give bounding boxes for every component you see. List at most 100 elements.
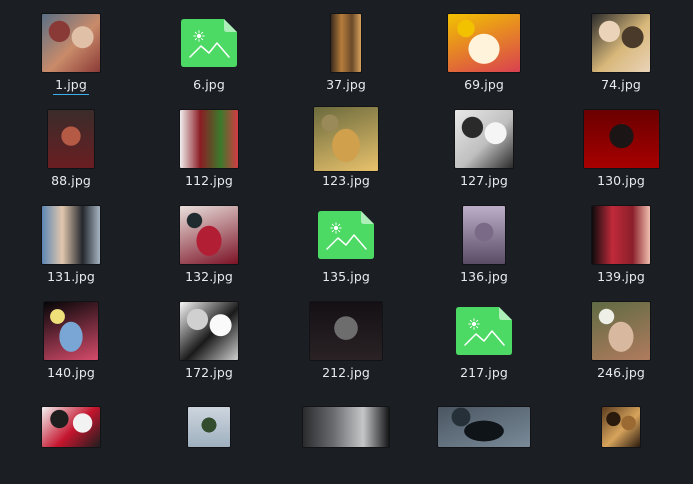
thumbnail-container xyxy=(424,11,544,75)
file-item[interactable] xyxy=(11,388,131,484)
file-item[interactable]: 246.jpg xyxy=(561,292,681,388)
file-name-text: 88.jpg xyxy=(51,173,91,188)
image-thumbnail xyxy=(602,407,640,447)
file-name-text: 74.jpg xyxy=(601,77,641,92)
file-item[interactable]: 172.jpg xyxy=(149,292,269,388)
thumbnail-container xyxy=(286,11,406,75)
file-item[interactable]: 217.jpg xyxy=(424,292,544,388)
image-thumbnail xyxy=(438,407,530,447)
image-thumbnail xyxy=(42,206,100,264)
image-thumbnail xyxy=(583,110,659,168)
image-thumbnail xyxy=(592,206,650,264)
thumbnail-container xyxy=(11,11,131,75)
image-file-icon xyxy=(318,211,374,259)
thumbnail-container xyxy=(424,299,544,363)
file-name-label: 212.jpg xyxy=(286,365,406,381)
thumbnail-container xyxy=(11,395,131,459)
thumbnail-container xyxy=(149,395,269,459)
file-name-label: 37.jpg xyxy=(286,77,406,93)
file-name-text: 112.jpg xyxy=(185,173,233,188)
file-name-text: 217.jpg xyxy=(460,365,508,380)
file-item[interactable]: 1.jpg xyxy=(11,4,131,100)
file-name-text: 6.jpg xyxy=(193,77,225,92)
thumbnail-container xyxy=(149,11,269,75)
image-thumbnail xyxy=(592,302,650,360)
file-name-text: 212.jpg xyxy=(322,365,370,380)
file-item[interactable] xyxy=(561,388,681,484)
file-item[interactable]: 123.jpg xyxy=(286,100,406,196)
image-thumbnail xyxy=(180,110,238,168)
image-thumbnail xyxy=(331,14,361,72)
file-item[interactable]: 212.jpg xyxy=(286,292,406,388)
file-item[interactable] xyxy=(286,388,406,484)
thumbnail-container xyxy=(149,203,269,267)
file-name-text: 132.jpg xyxy=(185,269,233,284)
file-name-text: 136.jpg xyxy=(460,269,508,284)
file-name-label: 127.jpg xyxy=(424,173,544,189)
thumbnail-container xyxy=(149,107,269,171)
thumbnail-container xyxy=(424,203,544,267)
thumbnail-container xyxy=(286,203,406,267)
thumbnail-container xyxy=(286,107,406,171)
file-name-label: 135.jpg xyxy=(286,269,406,285)
file-name-label: 88.jpg xyxy=(11,173,131,189)
file-name-label: 136.jpg xyxy=(424,269,544,285)
file-item[interactable]: 127.jpg xyxy=(424,100,544,196)
image-thumbnail xyxy=(188,407,230,447)
file-item[interactable]: 37.jpg xyxy=(286,4,406,100)
file-name-text: 172.jpg xyxy=(185,365,233,380)
thumbnail-container xyxy=(286,299,406,363)
file-name-label: 6.jpg xyxy=(149,77,269,93)
image-file-icon xyxy=(456,307,512,355)
file-item[interactable]: 6.jpg xyxy=(149,4,269,100)
file-item[interactable]: 69.jpg xyxy=(424,4,544,100)
file-name-text: 131.jpg xyxy=(47,269,95,284)
thumbnail-container xyxy=(561,203,681,267)
image-thumbnail xyxy=(455,110,513,168)
thumbnail-container xyxy=(286,395,406,459)
file-name-text: 127.jpg xyxy=(460,173,508,188)
file-name-label: 132.jpg xyxy=(149,269,269,285)
file-item[interactable]: 140.jpg xyxy=(11,292,131,388)
file-name-label: 139.jpg xyxy=(561,269,681,285)
image-thumbnail xyxy=(303,407,389,447)
file-name-text: 135.jpg xyxy=(322,269,370,284)
file-item[interactable] xyxy=(424,388,544,484)
file-item[interactable] xyxy=(149,388,269,484)
thumbnail-container xyxy=(11,299,131,363)
file-name-text: 69.jpg xyxy=(464,77,504,92)
file-item[interactable]: 112.jpg xyxy=(149,100,269,196)
file-item[interactable]: 135.jpg xyxy=(286,196,406,292)
file-name-label: 69.jpg xyxy=(424,77,544,93)
file-name-label: 217.jpg xyxy=(424,365,544,381)
file-item[interactable]: 74.jpg xyxy=(561,4,681,100)
file-name-label: 140.jpg xyxy=(11,365,131,381)
thumbnail-container xyxy=(561,107,681,171)
image-thumbnail xyxy=(42,407,100,447)
file-name-label: 130.jpg xyxy=(561,173,681,189)
thumbnail-container xyxy=(11,107,131,171)
file-item[interactable]: 88.jpg xyxy=(11,100,131,196)
thumbnail-container xyxy=(424,107,544,171)
file-name-text: 37.jpg xyxy=(326,77,366,92)
file-item[interactable]: 136.jpg xyxy=(424,196,544,292)
image-thumbnail xyxy=(44,302,98,360)
file-name-label: 1.jpg xyxy=(11,77,131,95)
file-item[interactable]: 130.jpg xyxy=(561,100,681,196)
image-thumbnail xyxy=(42,14,100,72)
file-item[interactable]: 132.jpg xyxy=(149,196,269,292)
file-item[interactable]: 131.jpg xyxy=(11,196,131,292)
thumbnail-container xyxy=(11,203,131,267)
file-item[interactable]: 139.jpg xyxy=(561,196,681,292)
file-name-text: 130.jpg xyxy=(597,173,645,188)
file-name-text: 246.jpg xyxy=(597,365,645,380)
image-thumbnail xyxy=(463,206,505,264)
thumbnail-container xyxy=(561,11,681,75)
image-thumbnail xyxy=(314,107,378,171)
image-thumbnail xyxy=(448,14,520,72)
file-name-text: 1.jpg xyxy=(53,77,89,95)
image-file-icon xyxy=(181,19,237,67)
file-name-label: 112.jpg xyxy=(149,173,269,189)
image-thumbnail xyxy=(592,14,650,72)
file-name-label: 123.jpg xyxy=(286,173,406,189)
